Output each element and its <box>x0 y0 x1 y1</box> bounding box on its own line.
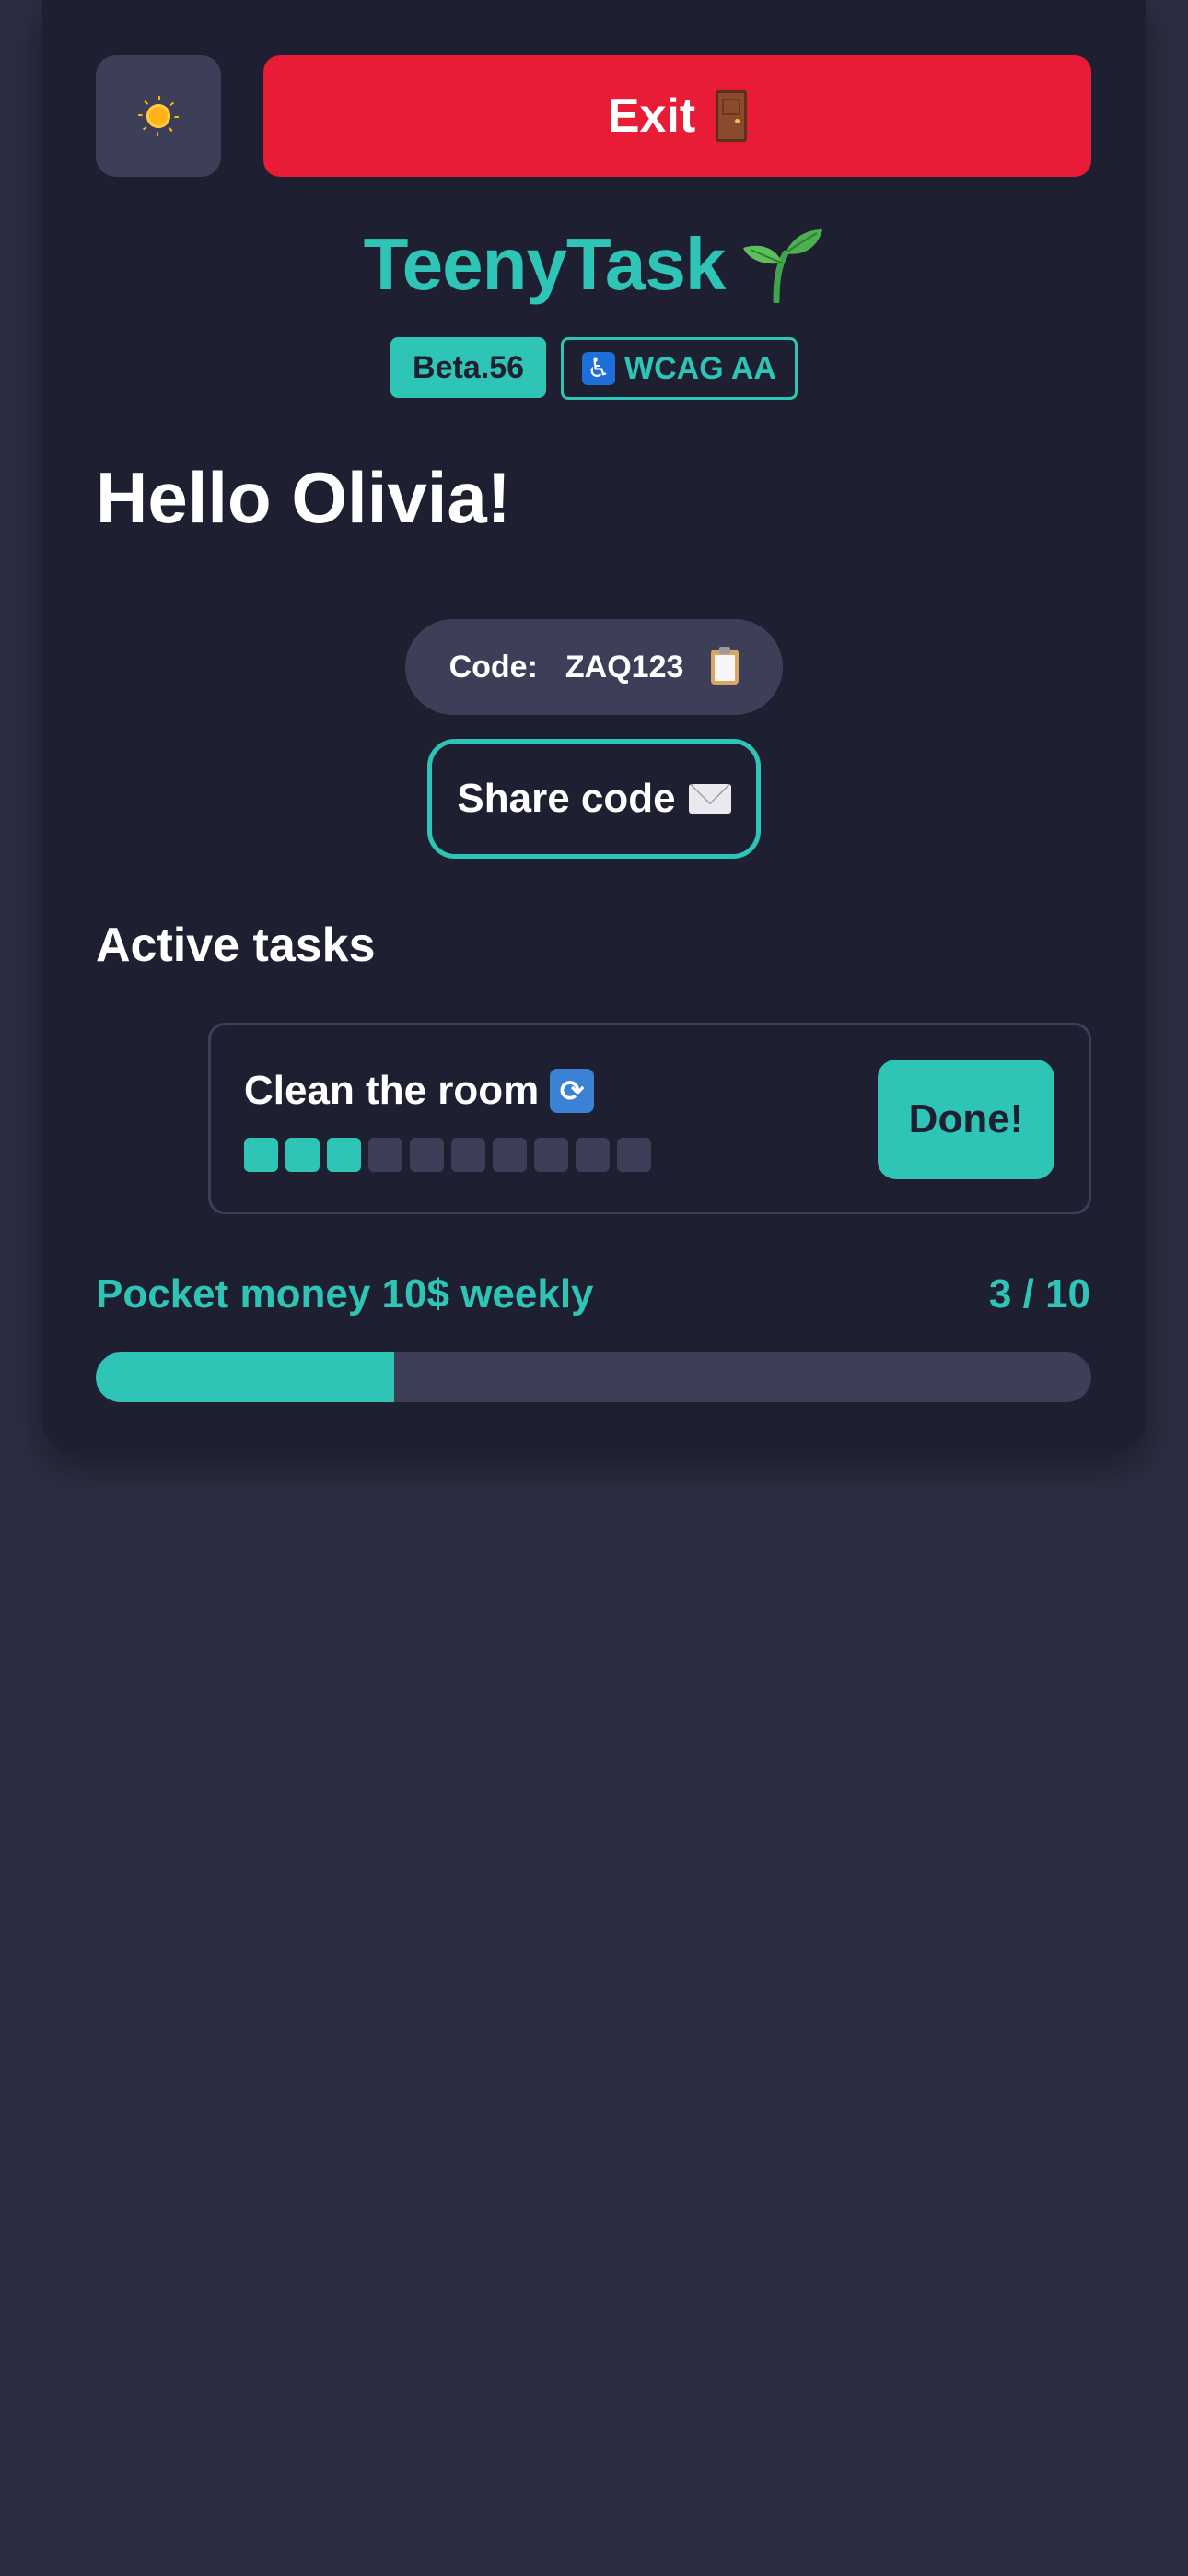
exit-button-label: Exit <box>607 89 696 143</box>
envelope-icon <box>688 784 731 814</box>
accessibility-badge-label: WCAG AA <box>624 350 776 386</box>
task-step-pending <box>451 1138 485 1172</box>
theme-toggle-button[interactable] <box>96 55 221 177</box>
clipboard-icon <box>711 647 740 685</box>
main-card <box>42 0 1146 1452</box>
share-code-button[interactable]: Share code <box>427 739 761 859</box>
task-card: Clean the room ⟳ Done! <box>208 1023 1091 1214</box>
sprout-icon <box>740 226 824 303</box>
app-title: TeenyTask <box>363 223 727 305</box>
version-badge: Beta.56 <box>390 337 547 398</box>
task-done-button[interactable]: Done! <box>878 1060 1054 1179</box>
task-step-pending <box>576 1138 610 1172</box>
sun-icon <box>146 104 170 128</box>
reward-progress-fill <box>96 1352 395 1402</box>
door-icon <box>716 90 748 142</box>
reward-progress-bar <box>96 1352 1091 1402</box>
task-step-complete <box>285 1138 320 1172</box>
share-code-label: Share code <box>457 776 676 821</box>
task-step-complete <box>244 1138 278 1172</box>
repeat-icon: ⟳ <box>550 1069 595 1113</box>
active-tasks-heading: Active tasks <box>96 919 376 972</box>
reward-label: Pocket money 10$ weekly <box>96 1271 594 1317</box>
code-label: Code: <box>448 649 538 685</box>
task-title-label: Clean the room <box>244 1068 540 1113</box>
wheelchair-icon: ♿ <box>582 352 616 385</box>
task-step-pending <box>617 1138 651 1172</box>
greeting-heading: Hello Olivia! <box>96 457 511 538</box>
task-progress-steps <box>244 1138 651 1172</box>
task-step-pending <box>493 1138 527 1172</box>
app-brand: TeenyTask <box>0 226 1188 303</box>
task-step-pending <box>534 1138 568 1172</box>
task-step-pending <box>410 1138 444 1172</box>
family-code-pill[interactable]: Code: ZAQ123 <box>405 619 783 715</box>
task-step-pending <box>368 1138 402 1172</box>
badge-row: Beta.56 ♿ WCAG AA <box>0 337 1188 400</box>
exit-button[interactable]: Exit <box>263 55 1091 177</box>
task-title: Clean the room ⟳ <box>244 1068 595 1114</box>
code-value: ZAQ123 <box>565 649 684 685</box>
accessibility-badge: ♿ WCAG AA <box>561 337 798 400</box>
reward-count: 3 / 10 <box>988 1271 1090 1317</box>
task-step-complete <box>327 1138 361 1172</box>
